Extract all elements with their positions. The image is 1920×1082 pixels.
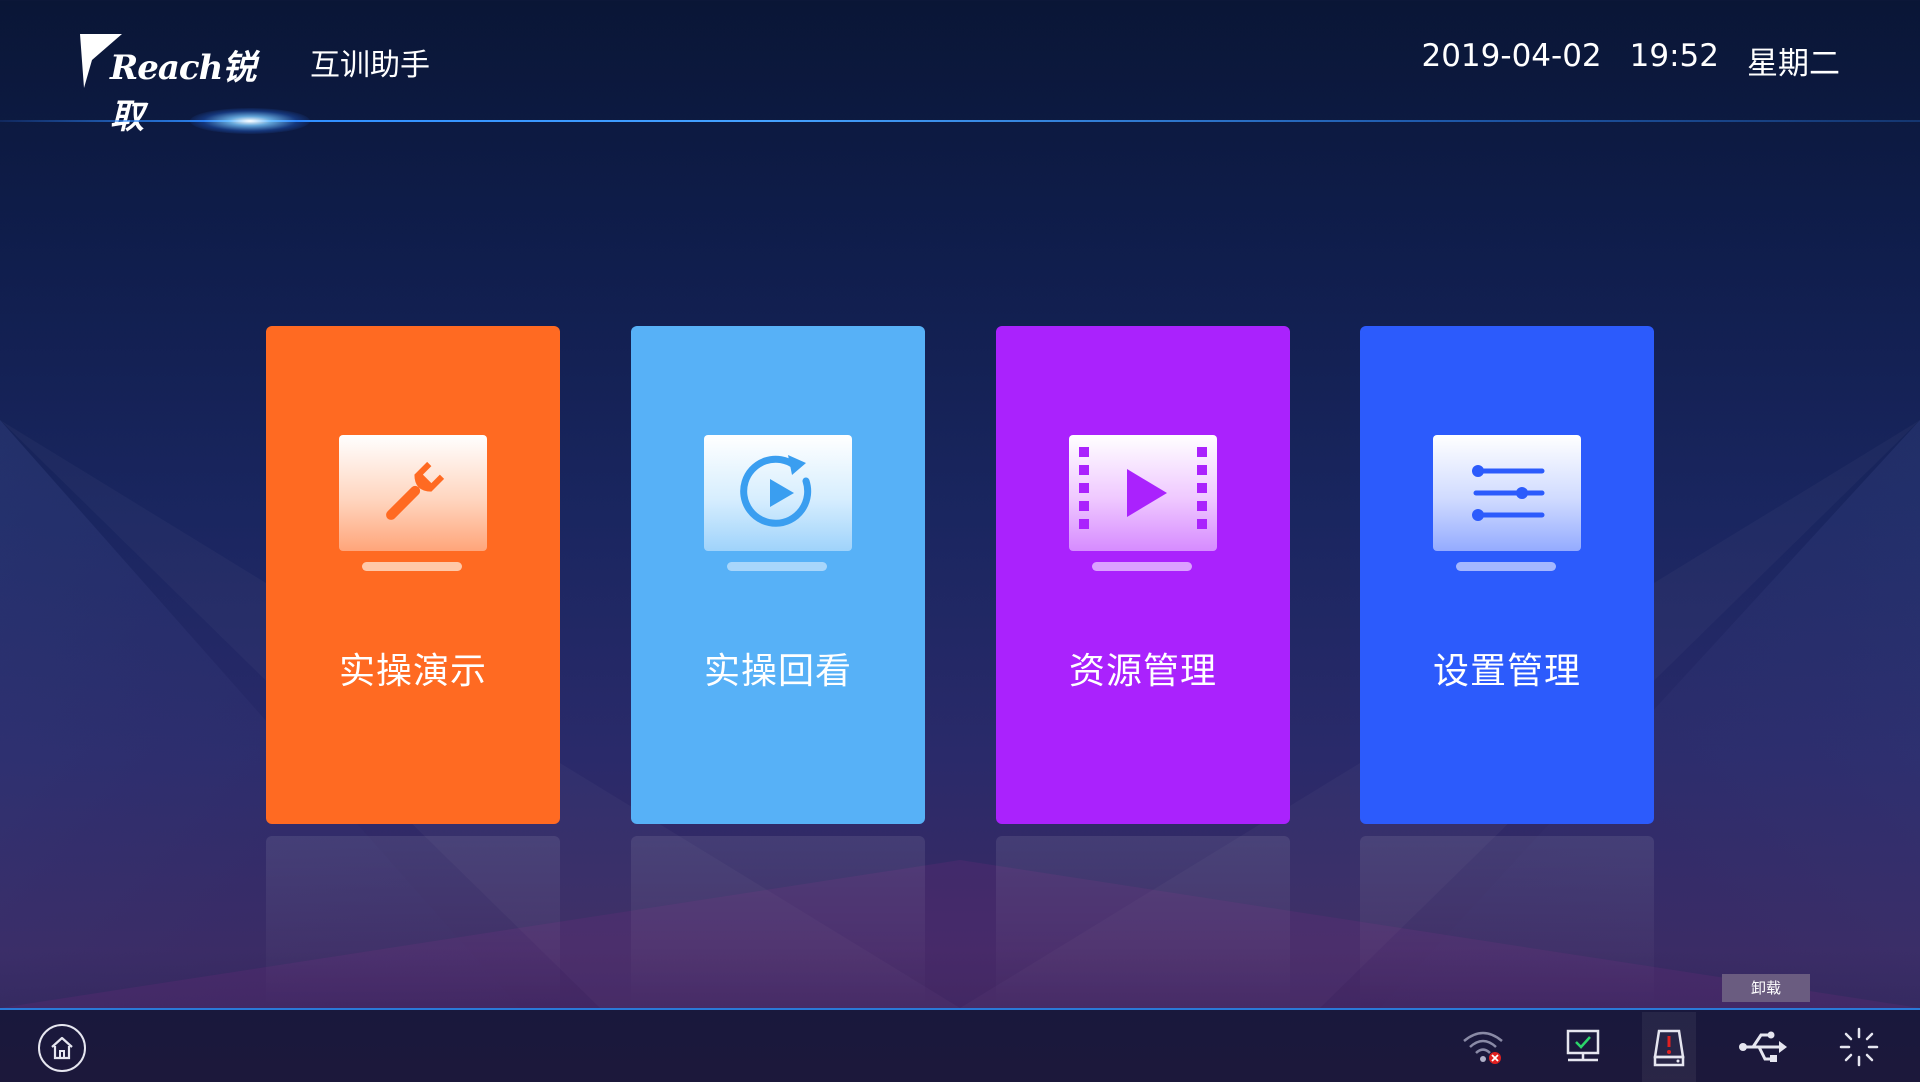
date-text: 2019-04-02 — [1421, 38, 1602, 74]
time-text: 19:52 — [1629, 38, 1719, 74]
wifi-disconnected-icon[interactable] — [1456, 1020, 1510, 1074]
loading-spinner-icon[interactable] — [1832, 1020, 1886, 1074]
weekday-text: 星期二 — [1747, 46, 1840, 82]
sliders-icon — [1432, 434, 1582, 578]
tile-reflection — [631, 836, 925, 1006]
tile-practical-replay[interactable]: 实操回看 — [631, 326, 925, 824]
replay-icon — [703, 434, 853, 578]
tile-label: 设置管理 — [1432, 651, 1581, 692]
app-title: 互训助手 — [310, 48, 430, 83]
video-film-icon — [1068, 434, 1218, 578]
datetime: 2019-04-02 19:52 星期二 — [1421, 38, 1840, 83]
usb-icon[interactable] — [1736, 1020, 1790, 1074]
tile-settings-management[interactable]: 设置管理 — [1360, 326, 1654, 824]
screen-connected-icon[interactable] — [1556, 1020, 1610, 1074]
tile-label: 实操演示 — [338, 651, 487, 692]
header-glow — [190, 108, 310, 134]
tile-label: 资源管理 — [1068, 651, 1217, 692]
tile-practical-demo[interactable]: 实操演示 — [266, 326, 560, 824]
storage-warning-icon[interactable] — [1642, 1012, 1696, 1082]
wrench-icon — [338, 434, 488, 578]
unmount-tooltip[interactable]: 卸载 — [1722, 974, 1810, 1002]
tile-label: 实操回看 — [703, 651, 852, 692]
home-button[interactable] — [38, 1024, 86, 1072]
home-icon — [51, 1036, 73, 1060]
reach-logo: Reach锐取 — [78, 30, 278, 137]
bottom-taskbar — [0, 1008, 1920, 1082]
header: Reach锐取 互训助手 2019-04-02 19:52 星期二 — [0, 0, 1920, 137]
tile-reflection — [996, 836, 1290, 1006]
tile-resource-management[interactable]: 资源管理 — [996, 326, 1290, 824]
tile-reflection — [1360, 836, 1654, 1006]
tile-reflection — [266, 836, 560, 1006]
